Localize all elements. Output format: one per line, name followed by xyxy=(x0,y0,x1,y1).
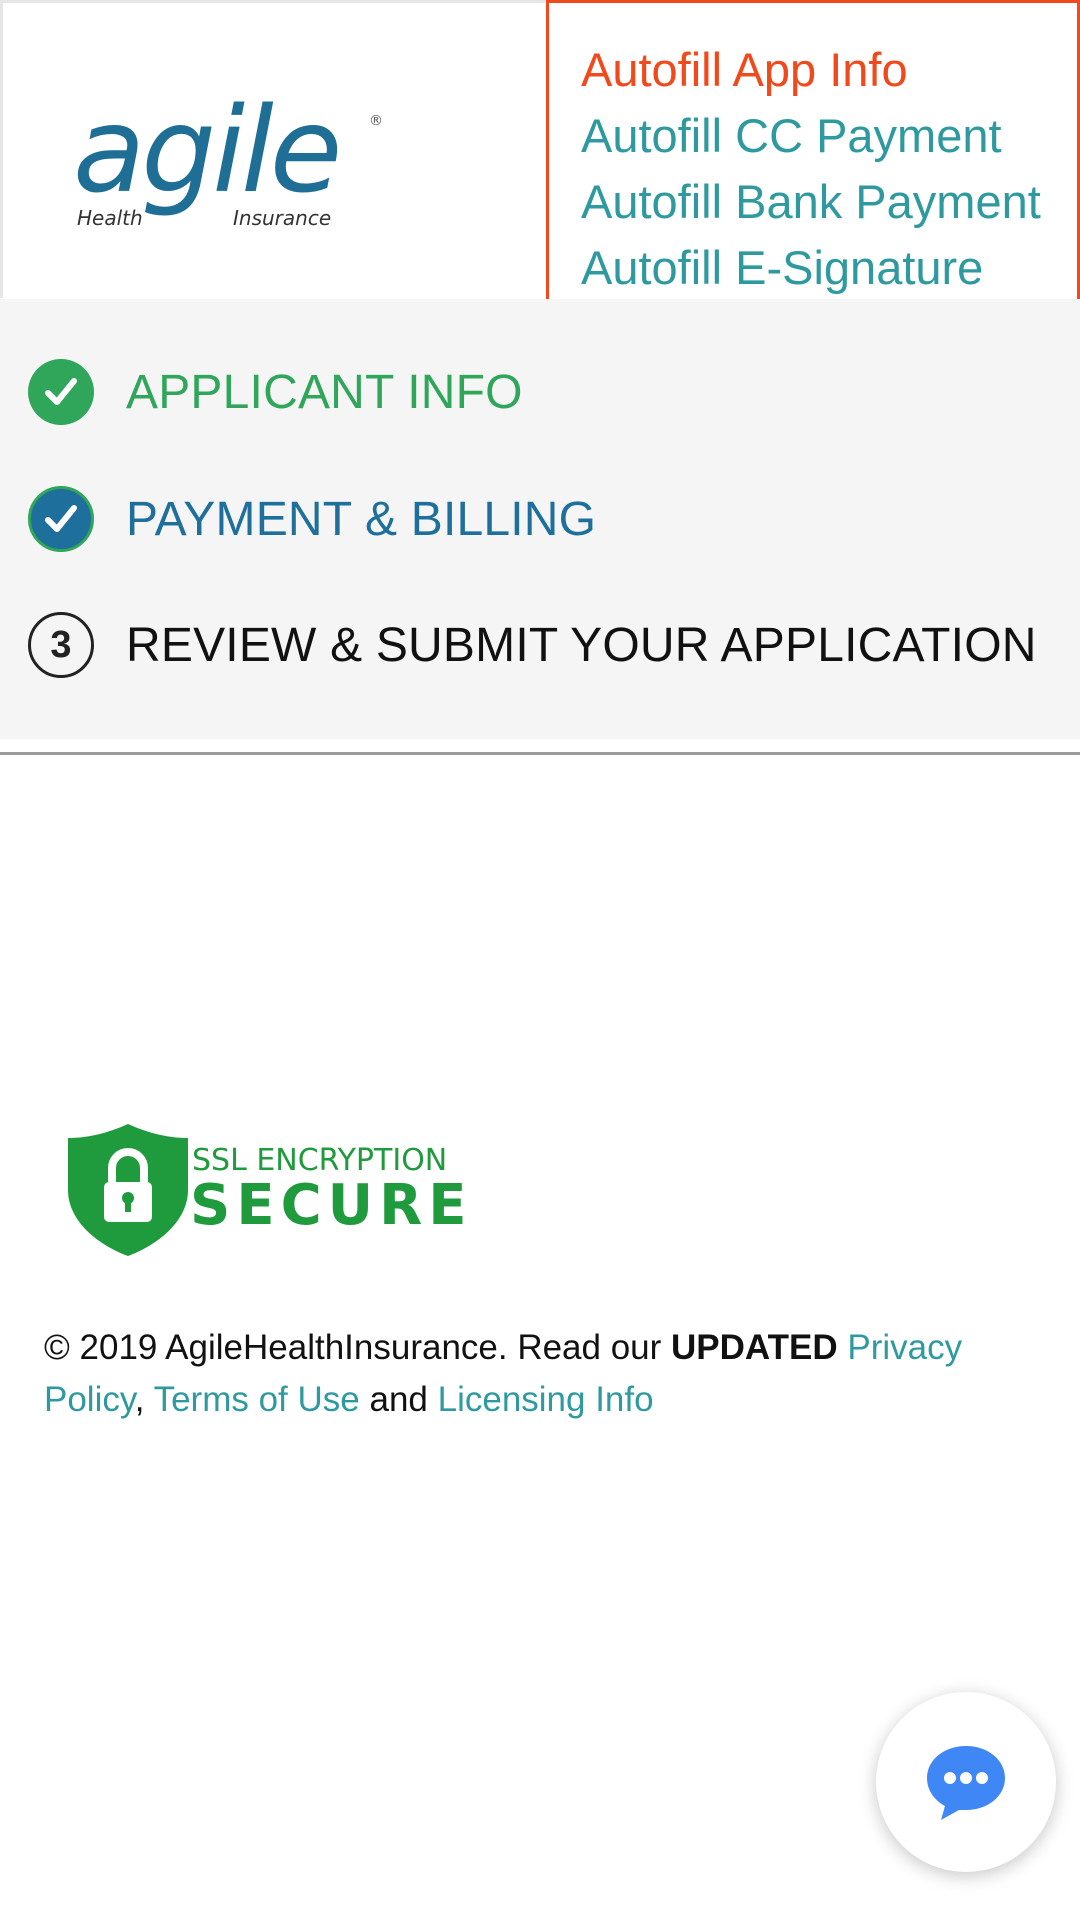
comma: , xyxy=(134,1380,145,1419)
licensing-info-link[interactable]: Licensing Info xyxy=(438,1380,654,1419)
chat-button[interactable] xyxy=(876,1692,1056,1872)
autofill-cc-payment-link[interactable]: Autofill CC Payment xyxy=(581,103,1077,169)
checkmark-icon xyxy=(28,359,94,425)
step-label: REVIEW & SUBMIT YOUR APPLICATION xyxy=(126,618,1037,672)
step-label: APPLICANT INFO xyxy=(126,365,523,419)
terms-of-use-link[interactable]: Terms of Use xyxy=(154,1380,360,1419)
step-review-submit[interactable]: 3 REVIEW & SUBMIT YOUR APPLICATION xyxy=(28,610,1037,680)
step-payment-billing[interactable]: PAYMENT & BILLING xyxy=(28,484,596,554)
shield-lock-icon xyxy=(68,1124,188,1256)
svg-text:agile: agile xyxy=(73,81,338,219)
step-number-badge: 3 xyxy=(28,612,94,678)
step-label: PAYMENT & BILLING xyxy=(126,492,597,546)
autofill-menu: Autofill App Info Autofill CC Payment Au… xyxy=(546,0,1080,330)
svg-text:Insurance: Insurance xyxy=(233,206,331,230)
svg-text:Health: Health xyxy=(77,206,143,230)
autofill-bank-payment-link[interactable]: Autofill Bank Payment xyxy=(581,169,1077,235)
autofill-e-signature-link[interactable]: Autofill E-Signature xyxy=(581,235,1077,301)
step-applicant-info[interactable]: APPLICANT INFO xyxy=(28,357,523,427)
footer-legal: © 2019 AgileHealthInsurance. Read our UP… xyxy=(44,1322,1004,1426)
svg-text:®: ® xyxy=(369,113,383,129)
chat-bubble-icon xyxy=(927,1746,1005,1820)
svg-text:SECURE: SECURE xyxy=(190,1173,466,1238)
and-text: and xyxy=(359,1380,438,1419)
steps-divider xyxy=(0,752,1080,755)
ssl-secure-badge: SSL ENCRYPTION SECURE xyxy=(68,1124,466,1256)
copyright-text: © 2019 AgileHealthInsurance. Read our xyxy=(44,1328,672,1367)
checkmark-icon xyxy=(28,486,94,552)
autofill-app-info-link[interactable]: Autofill App Info xyxy=(581,37,1077,103)
agile-logo[interactable]: agile ® Health Insurance xyxy=(73,73,393,233)
updated-label: UPDATED xyxy=(671,1328,838,1367)
